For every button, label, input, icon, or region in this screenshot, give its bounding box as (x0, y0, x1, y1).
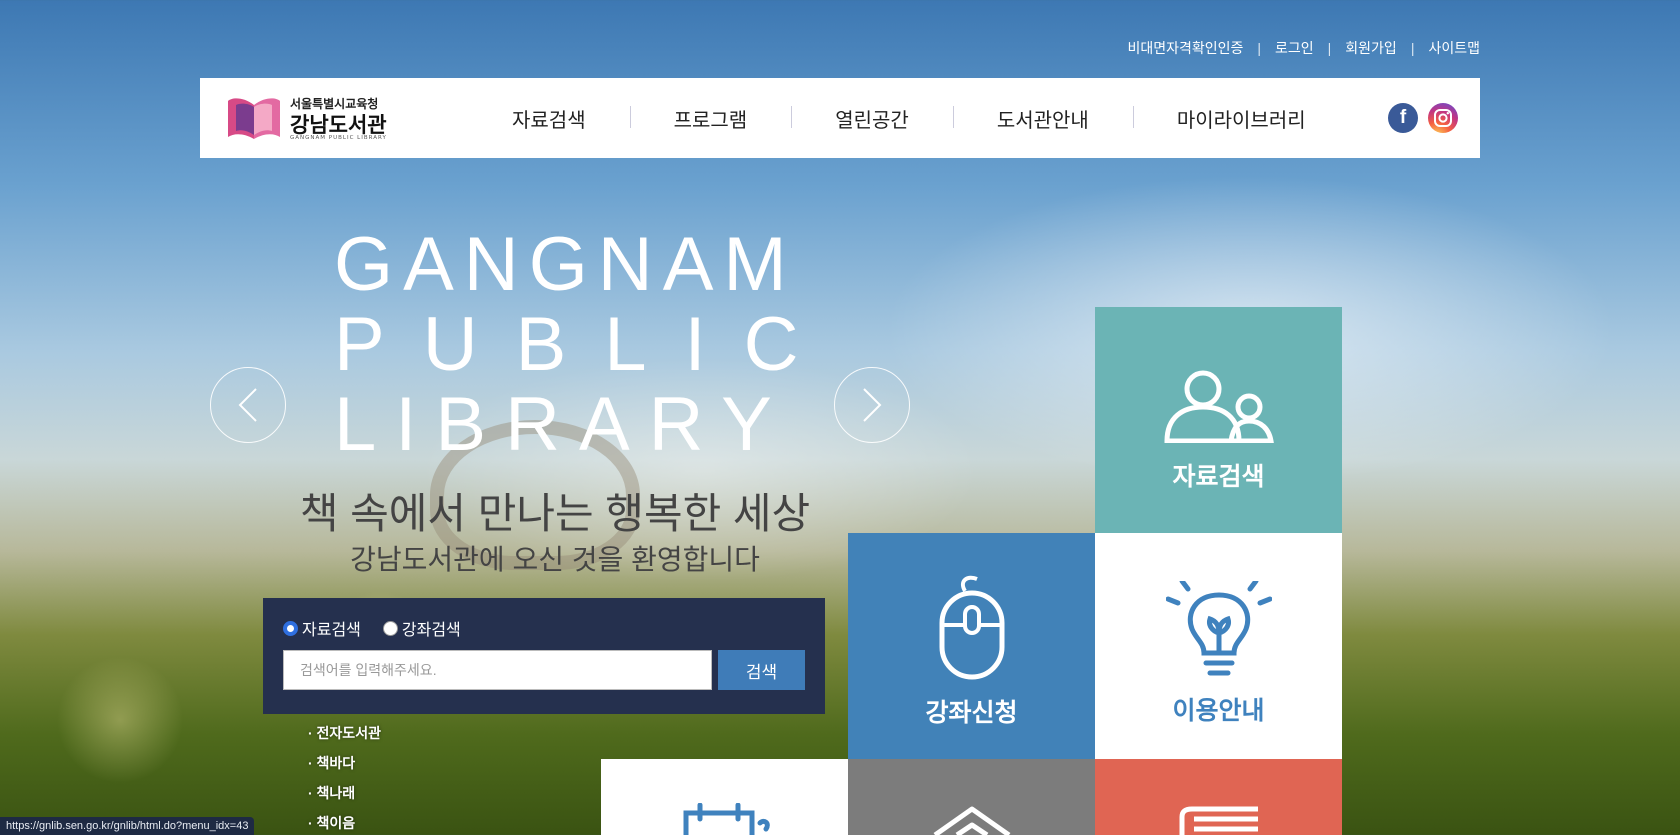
util-join-link[interactable]: 회원가입 (1345, 38, 1397, 58)
sns-links: f (1388, 103, 1458, 133)
radio-label: 강좌검색 (401, 622, 461, 639)
mouse-icon (939, 575, 1004, 680)
instagram-icon[interactable] (1428, 103, 1458, 133)
util-sitemap-link[interactable]: 사이트맵 (1428, 38, 1480, 58)
chevron-right-icon (863, 388, 882, 422)
search-panel: 자료검색 강좌검색 검색 (263, 598, 825, 714)
util-login-link[interactable]: 로그인 (1275, 38, 1314, 58)
radio-checked-icon[interactable] (283, 620, 298, 636)
separator: | (1327, 40, 1332, 56)
tile-calendar[interactable] (601, 759, 848, 835)
chevron-left-icon (238, 388, 257, 422)
search-input[interactable] (283, 650, 712, 690)
radio-material-search[interactable]: 자료검색 (283, 616, 361, 640)
slider-next-button[interactable] (834, 367, 910, 443)
quick-links: · 전자도서관 · 책바다 · 책나래 · 책이음 (308, 718, 381, 835)
tile-label: 강좌신청 (925, 699, 1018, 727)
utility-nav: 비대면자격확인인증 | 로그인 | 회원가입 | 사이트맵 (1127, 38, 1480, 58)
separator: | (1257, 40, 1262, 56)
tile-book[interactable] (1095, 759, 1342, 835)
tile-course-apply[interactable]: 강좌신청 (848, 533, 1095, 759)
house-icon (933, 806, 1010, 835)
quick-link-chaekbada[interactable]: · 책바다 (308, 748, 381, 778)
separator: | (1410, 40, 1415, 56)
quick-link-chaekieum[interactable]: · 책이음 (308, 808, 381, 835)
nav-item-program[interactable]: 프로그램 (629, 104, 792, 133)
radio-unchecked-icon[interactable] (382, 620, 398, 636)
radio-label: 자료검색 (302, 622, 361, 639)
instagram-glyph (1434, 109, 1452, 127)
quick-link-ebook[interactable]: · 전자도서관 (308, 718, 381, 748)
main-nav: 자료검색 프로그램 열린공간 도서관안내 마이라이브러리 (468, 78, 1350, 158)
hero-title: GANGNAM PUBLIC LIBRARY (334, 225, 837, 465)
search-row: 검색 (283, 650, 805, 690)
header-bar: 서울특별시교육청 강남도서관 GANGNAM PUBLIC LIBRARY 자료… (200, 78, 1480, 158)
slider-prev-button[interactable] (210, 367, 286, 443)
tile-material-search[interactable]: 자료검색 (1095, 307, 1342, 533)
nav-item-search[interactable]: 자료검색 (468, 104, 630, 133)
tile-label: 자료검색 (1172, 463, 1265, 491)
calendar-icon (683, 803, 770, 835)
slogan-text: 책 속에서 만나는 행복한 세상 (299, 490, 811, 537)
nav-item-library-info[interactable]: 도서관안내 (952, 104, 1133, 133)
hero-title-line: LIBRARY (334, 382, 791, 467)
book-icon (1179, 806, 1258, 835)
tile-label: 이용안내 (1172, 697, 1265, 725)
status-bar-url: https://gnlib.sen.go.kr/gnlib/html.do?me… (0, 817, 255, 835)
book-logo-icon (228, 98, 280, 139)
radio-course-search[interactable]: 강좌검색 (382, 616, 461, 640)
facebook-icon[interactable]: f (1388, 103, 1418, 133)
tile-usage-guide[interactable]: 이용안내 (1095, 533, 1342, 759)
users-icon (1163, 370, 1274, 443)
logo-english: GANGNAM PUBLIC LIBRARY (290, 135, 387, 141)
quick-link-chaeknarae[interactable]: · 책나래 (308, 778, 381, 808)
library-logo[interactable]: 서울특별시교육청 강남도서관 GANGNAM PUBLIC LIBRARY (226, 93, 387, 145)
hero-slogan: 책 속에서 만나는 행복한 세상 강남도서관에 오신 것을 환영합니다 (290, 488, 820, 580)
lightbulb-icon (1165, 581, 1272, 676)
search-button[interactable]: 검색 (718, 650, 805, 690)
util-cert-link[interactable]: 비대면자격확인인증 (1127, 38, 1243, 58)
tile-home[interactable] (848, 759, 1095, 835)
welcome-text: 강남도서관에 오신 것을 환영합니다 (350, 544, 760, 575)
nav-item-my-library[interactable]: 마이라이브러리 (1132, 104, 1350, 133)
nav-item-open-space[interactable]: 열린공간 (791, 104, 953, 133)
hero-title-line: PUBLIC (334, 302, 837, 387)
hero-title-line: GANGNAM (334, 222, 797, 307)
search-type-radios: 자료검색 강좌검색 (283, 616, 805, 640)
